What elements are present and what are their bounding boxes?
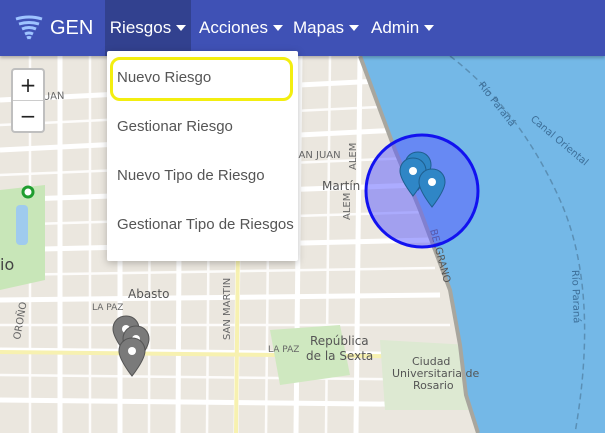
zoom-out-button[interactable]: − xyxy=(13,101,43,131)
caret-down-icon xyxy=(349,25,360,31)
svg-text:SAN JUAN: SAN JUAN xyxy=(292,150,341,161)
svg-text:República: República xyxy=(310,334,369,348)
nav-mapas-label: Mapas xyxy=(293,18,345,37)
svg-text:ALEM: ALEM xyxy=(348,143,359,170)
svg-text:Rosario: Rosario xyxy=(413,379,454,392)
svg-text:de la Sexta: de la Sexta xyxy=(306,349,373,363)
svg-text:Río Paraná: Río Paraná xyxy=(569,270,583,324)
map-canvas[interactable]: JUAN SAN JUAN ALEM ALEM Martín BELGRANO … xyxy=(0,0,605,433)
menu-item-gestionar-riesgo[interactable]: Gestionar Riesgo xyxy=(107,107,298,147)
nav-riesgos[interactable]: Riesgos xyxy=(105,0,191,56)
highlight-outline xyxy=(110,57,293,101)
caret-down-icon xyxy=(272,25,283,31)
svg-text:LA PAZ: LA PAZ xyxy=(92,303,123,313)
nav-mapas[interactable]: Mapas xyxy=(293,0,360,56)
nav-riesgos-label: Riesgos xyxy=(109,18,172,37)
svg-text:Martín: Martín xyxy=(322,179,360,193)
menu-item-gestionar-tipo-riesgos[interactable]: Gestionar Tipo de Riesgos xyxy=(107,205,298,245)
brand[interactable]: GEN xyxy=(14,12,93,44)
tornado-icon xyxy=(15,15,43,40)
brand-name: GEN xyxy=(50,16,94,39)
svg-text:ALEM: ALEM xyxy=(342,193,353,220)
top-navbar: GEN Riesgos Acciones Mapas Admin xyxy=(0,0,605,56)
nav-acciones-label: Acciones xyxy=(199,18,268,37)
nav-acciones[interactable]: Acciones xyxy=(199,0,283,56)
zoom-control: + − xyxy=(11,68,45,133)
svg-text:Abasto: Abasto xyxy=(128,287,169,301)
caret-down-icon xyxy=(424,25,435,31)
svg-text:SAN MARTIN: SAN MARTIN xyxy=(222,278,233,340)
park-marker-icon xyxy=(21,185,35,199)
nav-admin-label: Admin xyxy=(371,18,420,37)
svg-text:io: io xyxy=(0,255,14,274)
svg-text:LA PAZ: LA PAZ xyxy=(268,345,299,355)
zoom-in-button[interactable]: + xyxy=(13,70,43,101)
caret-down-icon xyxy=(176,25,187,31)
nav-admin[interactable]: Admin xyxy=(371,0,435,56)
menu-item-nuevo-tipo-riesgo[interactable]: Nuevo Tipo de Riesgo xyxy=(107,156,298,196)
